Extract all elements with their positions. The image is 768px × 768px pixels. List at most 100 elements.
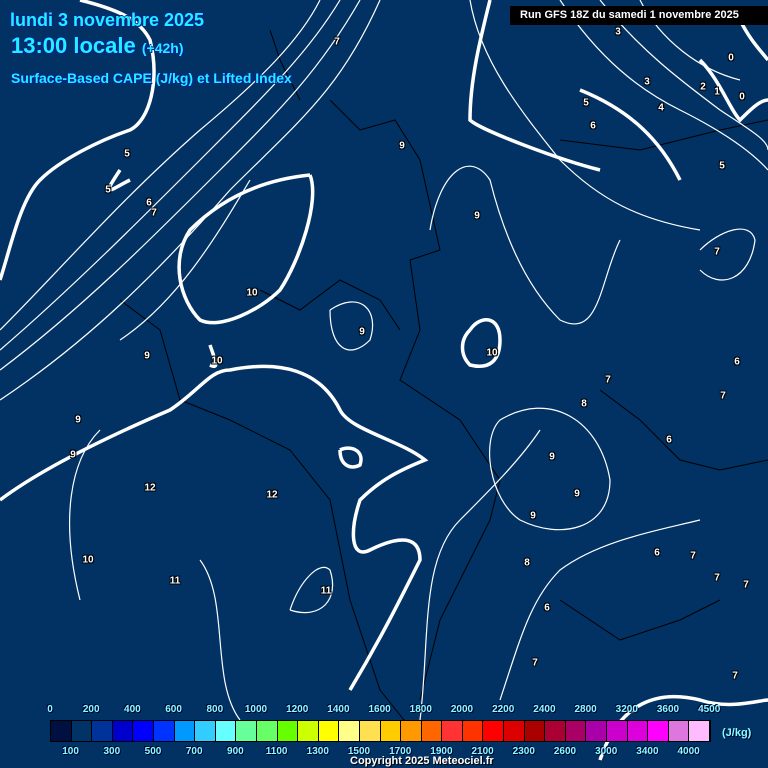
scale-threshold: 900 (227, 746, 244, 757)
scale-threshold: 1000 (244, 704, 268, 715)
scale-threshold: 3600 (656, 704, 680, 715)
contour-label: 1 (714, 86, 720, 98)
contour-label: 10 (82, 554, 94, 566)
contour-label: 8 (581, 398, 587, 410)
contour-label: 4 (658, 102, 664, 114)
scale-swatch (668, 721, 690, 741)
contour-label: 9 (359, 326, 365, 338)
contour-label: 7 (334, 36, 340, 48)
scale-threshold: 1300 (306, 746, 329, 757)
scale-swatch (298, 721, 319, 741)
scale-swatch (648, 721, 669, 741)
scale-threshold: 2400 (533, 704, 556, 715)
contour-label: 9 (549, 451, 555, 463)
contour-label: 11 (320, 585, 332, 597)
scale-threshold: 600 (165, 704, 182, 715)
contour-label: 6 (666, 434, 672, 446)
scale-swatch (442, 721, 463, 741)
scale-threshold: 2300 (512, 746, 535, 757)
scale-threshold: 4500 (698, 704, 721, 715)
scale-threshold: 3000 (595, 746, 618, 757)
scale-swatch (256, 721, 278, 741)
scale-swatch (401, 721, 422, 741)
contour-label: 10 (486, 347, 498, 359)
scale-threshold: 1100 (265, 746, 288, 757)
scale-unit: (J/kg) (722, 727, 752, 739)
lead-time: (+42h) (141, 40, 184, 56)
scale-swatch (92, 721, 113, 741)
contour-label: 9 (399, 140, 405, 152)
scale-threshold: 3200 (615, 704, 638, 715)
contour-label: 9 (144, 350, 150, 362)
scale-swatch (483, 721, 505, 741)
scale-threshold: 2200 (492, 704, 515, 715)
contour-label: 6 (734, 356, 740, 368)
scale-swatch (153, 721, 175, 741)
scale-threshold: 4000 (677, 746, 700, 757)
scale-threshold: 500 (144, 746, 162, 757)
scale-swatch (277, 721, 299, 741)
contour-label: 9 (474, 210, 480, 222)
contour-label: 7 (151, 207, 157, 219)
scale-swatch (318, 721, 340, 741)
scale-threshold: 2600 (553, 746, 577, 757)
scale-threshold: 100 (62, 746, 79, 757)
contour-label: 7 (714, 246, 720, 258)
forecast-time: 13:00 locale (+42h) (11, 33, 184, 59)
contour-label: 11 (169, 575, 181, 587)
scale-swatch (504, 721, 525, 741)
contour-label: 7 (732, 670, 738, 682)
scale-swatch (380, 721, 402, 741)
scale-swatch (339, 721, 360, 741)
scale-swatch (462, 721, 484, 741)
contour-label: 7 (714, 572, 720, 584)
contour-label: 3 (615, 26, 621, 38)
contour-label: 7 (720, 390, 726, 402)
contour-label: 5 (105, 184, 111, 196)
contour-label: 5 (124, 148, 130, 160)
contour-label: 9 (70, 449, 76, 461)
scale-swatch (607, 721, 628, 741)
scale-swatch (689, 721, 710, 741)
scale-threshold: 1800 (409, 704, 432, 715)
scale-threshold: 3400 (636, 746, 659, 757)
contour-label: 7 (690, 550, 696, 562)
contour-label: 7 (743, 579, 749, 591)
color-scale (50, 720, 711, 742)
contour-label: 9 (75, 414, 81, 426)
scale-threshold: 2000 (450, 704, 474, 715)
country-borders (119, 29, 768, 741)
scale-threshold: 800 (206, 704, 224, 715)
contour-label: 9 (530, 510, 536, 522)
scale-swatch (112, 721, 134, 741)
scale-swatch (359, 721, 381, 741)
contour-label: 6 (590, 120, 596, 132)
scale-swatch (215, 721, 237, 741)
contour-label: 0 (739, 91, 745, 103)
contour-label: 6 (654, 547, 660, 559)
contour-label: 7 (532, 657, 538, 669)
cape-map (0, 0, 768, 761)
contour-label: 10 (246, 287, 258, 299)
local-time: 13:00 locale (11, 33, 136, 58)
scale-swatch (174, 721, 196, 741)
scale-swatch (586, 721, 608, 741)
forecast-date: lundi 3 novembre 2025 (10, 10, 205, 30)
contour-label: 5 (583, 97, 589, 109)
contour-label: 0 (728, 52, 734, 64)
contours-thick (0, 0, 768, 761)
scale-threshold: 200 (82, 704, 100, 715)
scale-threshold: 700 (185, 746, 203, 757)
contour-label: 7 (605, 374, 611, 386)
contour-label: 12 (144, 482, 156, 494)
scale-threshold: 0 (47, 704, 53, 715)
contour-label: 12 (266, 489, 278, 501)
contours-thin (0, 0, 768, 721)
scale-swatch (71, 721, 93, 741)
contour-label: 8 (524, 557, 530, 569)
scale-threshold: 300 (103, 746, 121, 757)
scale-swatch (195, 721, 216, 741)
scale-threshold: 1400 (327, 704, 350, 715)
scale-swatch (236, 721, 257, 741)
contour-label: 5 (719, 160, 725, 172)
